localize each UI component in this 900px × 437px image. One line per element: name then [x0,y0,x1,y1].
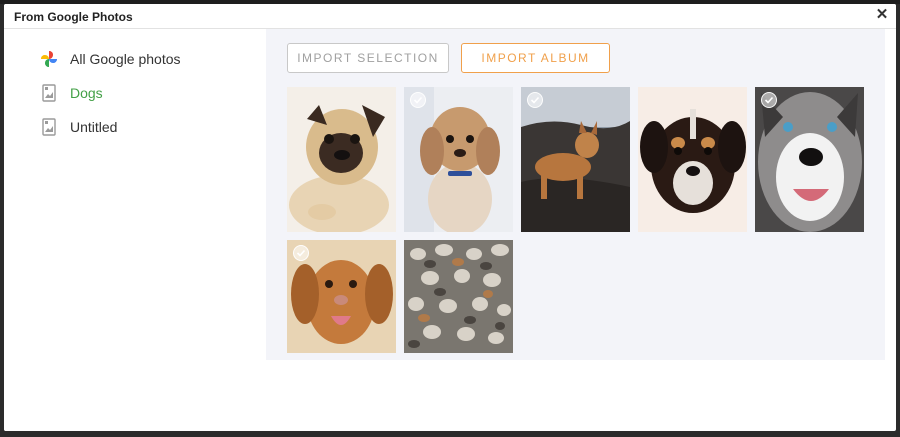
sidebar-item-dogs[interactable]: Dogs [40,82,103,104]
photo-tile-cockapoo[interactable] [404,87,513,232]
import-album-button[interactable]: IMPORT ALBUM [461,43,610,73]
photo-tile-pug[interactable] [287,87,396,232]
sidebar-item-label: Untitled [70,119,118,135]
selected-check-icon[interactable] [527,92,543,108]
import-selection-button[interactable]: IMPORT SELECTION [287,43,449,73]
album-icon [40,118,58,136]
photo-tile-dog-pack[interactable] [404,240,513,353]
album-icon [40,84,58,102]
album-sidebar: All Google photos Dogs Untitled [4,29,266,431]
selected-check-icon[interactable] [293,245,309,261]
sidebar-item-label: All Google photos [70,51,181,67]
close-icon[interactable]: ✕ [874,7,890,23]
google-photos-dialog: From Google Photos ✕ All Google photos D… [4,4,896,431]
dialog-title: From Google Photos [14,10,133,24]
backdrop-bottom [0,431,900,437]
photo-tile-retriever[interactable] [287,240,396,353]
sidebar-item-all-google-photos[interactable]: All Google photos [40,48,181,70]
photo-grid-panel: IMPORT SELECTION IMPORT ALBUM [266,29,885,360]
photo-tile-tricolor-puppy[interactable] [638,87,747,232]
sidebar-item-untitled[interactable]: Untitled [40,116,117,138]
photo-tile-chihuahua[interactable] [521,87,630,232]
dialog-header: From Google Photos ✕ [4,4,896,29]
selected-check-icon[interactable] [410,92,426,108]
sidebar-item-label: Dogs [70,85,103,101]
selected-check-icon[interactable] [761,92,777,108]
google-photos-icon [40,50,58,68]
photo-tile-blue-eyed-dog[interactable] [755,87,864,232]
